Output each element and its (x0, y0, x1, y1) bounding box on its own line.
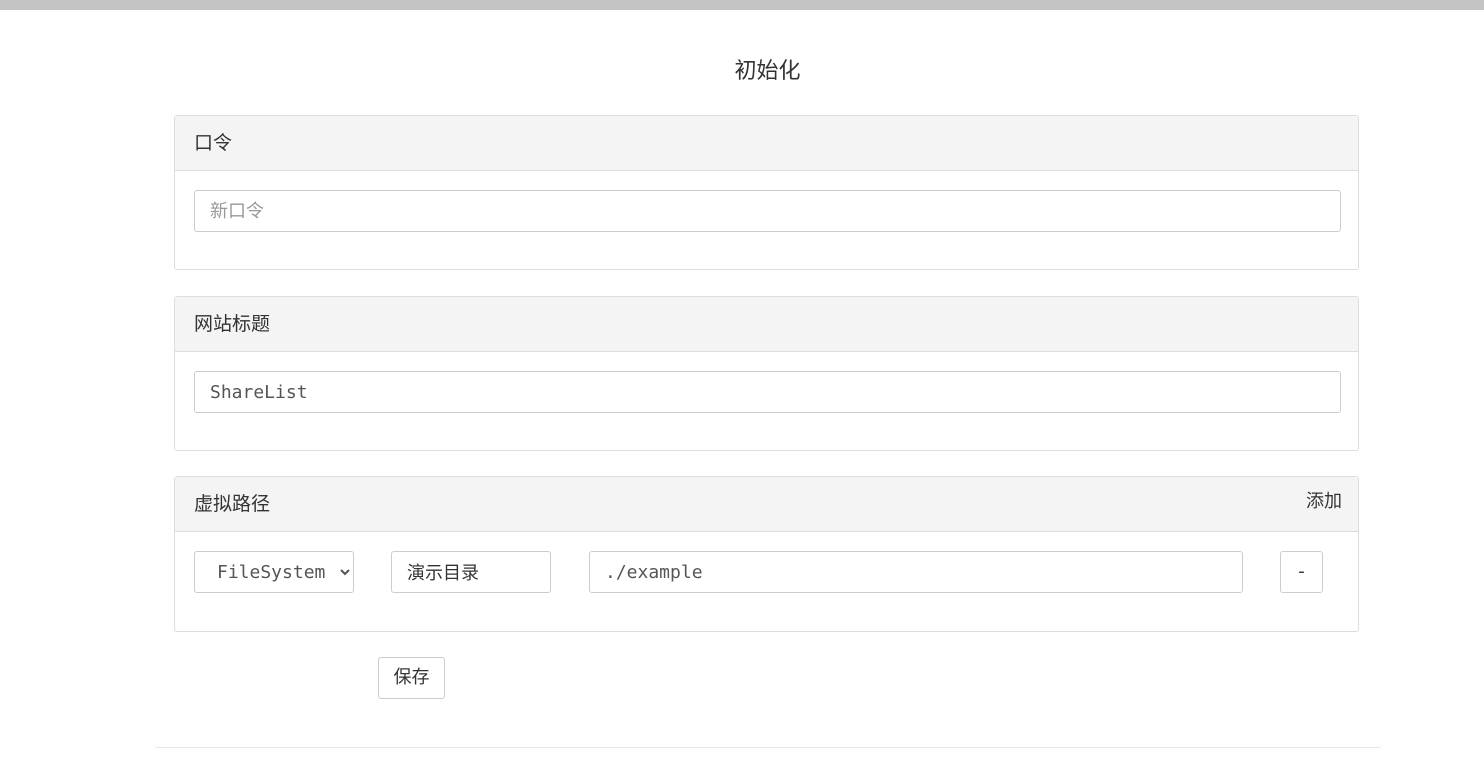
site-title-panel-heading: 网站标题 (175, 297, 1358, 352)
footer-divider (155, 747, 1381, 748)
site-title-panel: 网站标题 (174, 296, 1359, 451)
remove-path-label: - (1298, 561, 1305, 582)
site-title-heading-label: 网站标题 (194, 313, 271, 335)
virtual-path-heading-label: 虚拟路径 (194, 493, 271, 515)
path-name-input[interactable] (391, 551, 551, 593)
path-type-select[interactable]: FileSystem (194, 551, 354, 593)
virtual-path-panel-heading: 虚拟路径 添加 (175, 477, 1358, 532)
password-panel-heading: 口令 (175, 116, 1358, 171)
save-button[interactable]: 保存 (378, 657, 445, 699)
path-location-input[interactable] (589, 551, 1243, 593)
new-password-input[interactable] (194, 190, 1341, 232)
virtual-path-panel: 虚拟路径 添加 FileSystem - (174, 476, 1359, 632)
site-title-input[interactable] (194, 371, 1341, 413)
password-heading-label: 口令 (194, 132, 233, 154)
password-panel: 口令 (174, 115, 1359, 270)
remove-path-button[interactable]: - (1280, 551, 1323, 593)
top-loading-bar (0, 0, 1484, 10)
save-button-label: 保存 (393, 667, 430, 688)
add-path-button[interactable]: 添加 (1306, 477, 1342, 527)
page-title: 初始化 (734, 59, 801, 84)
